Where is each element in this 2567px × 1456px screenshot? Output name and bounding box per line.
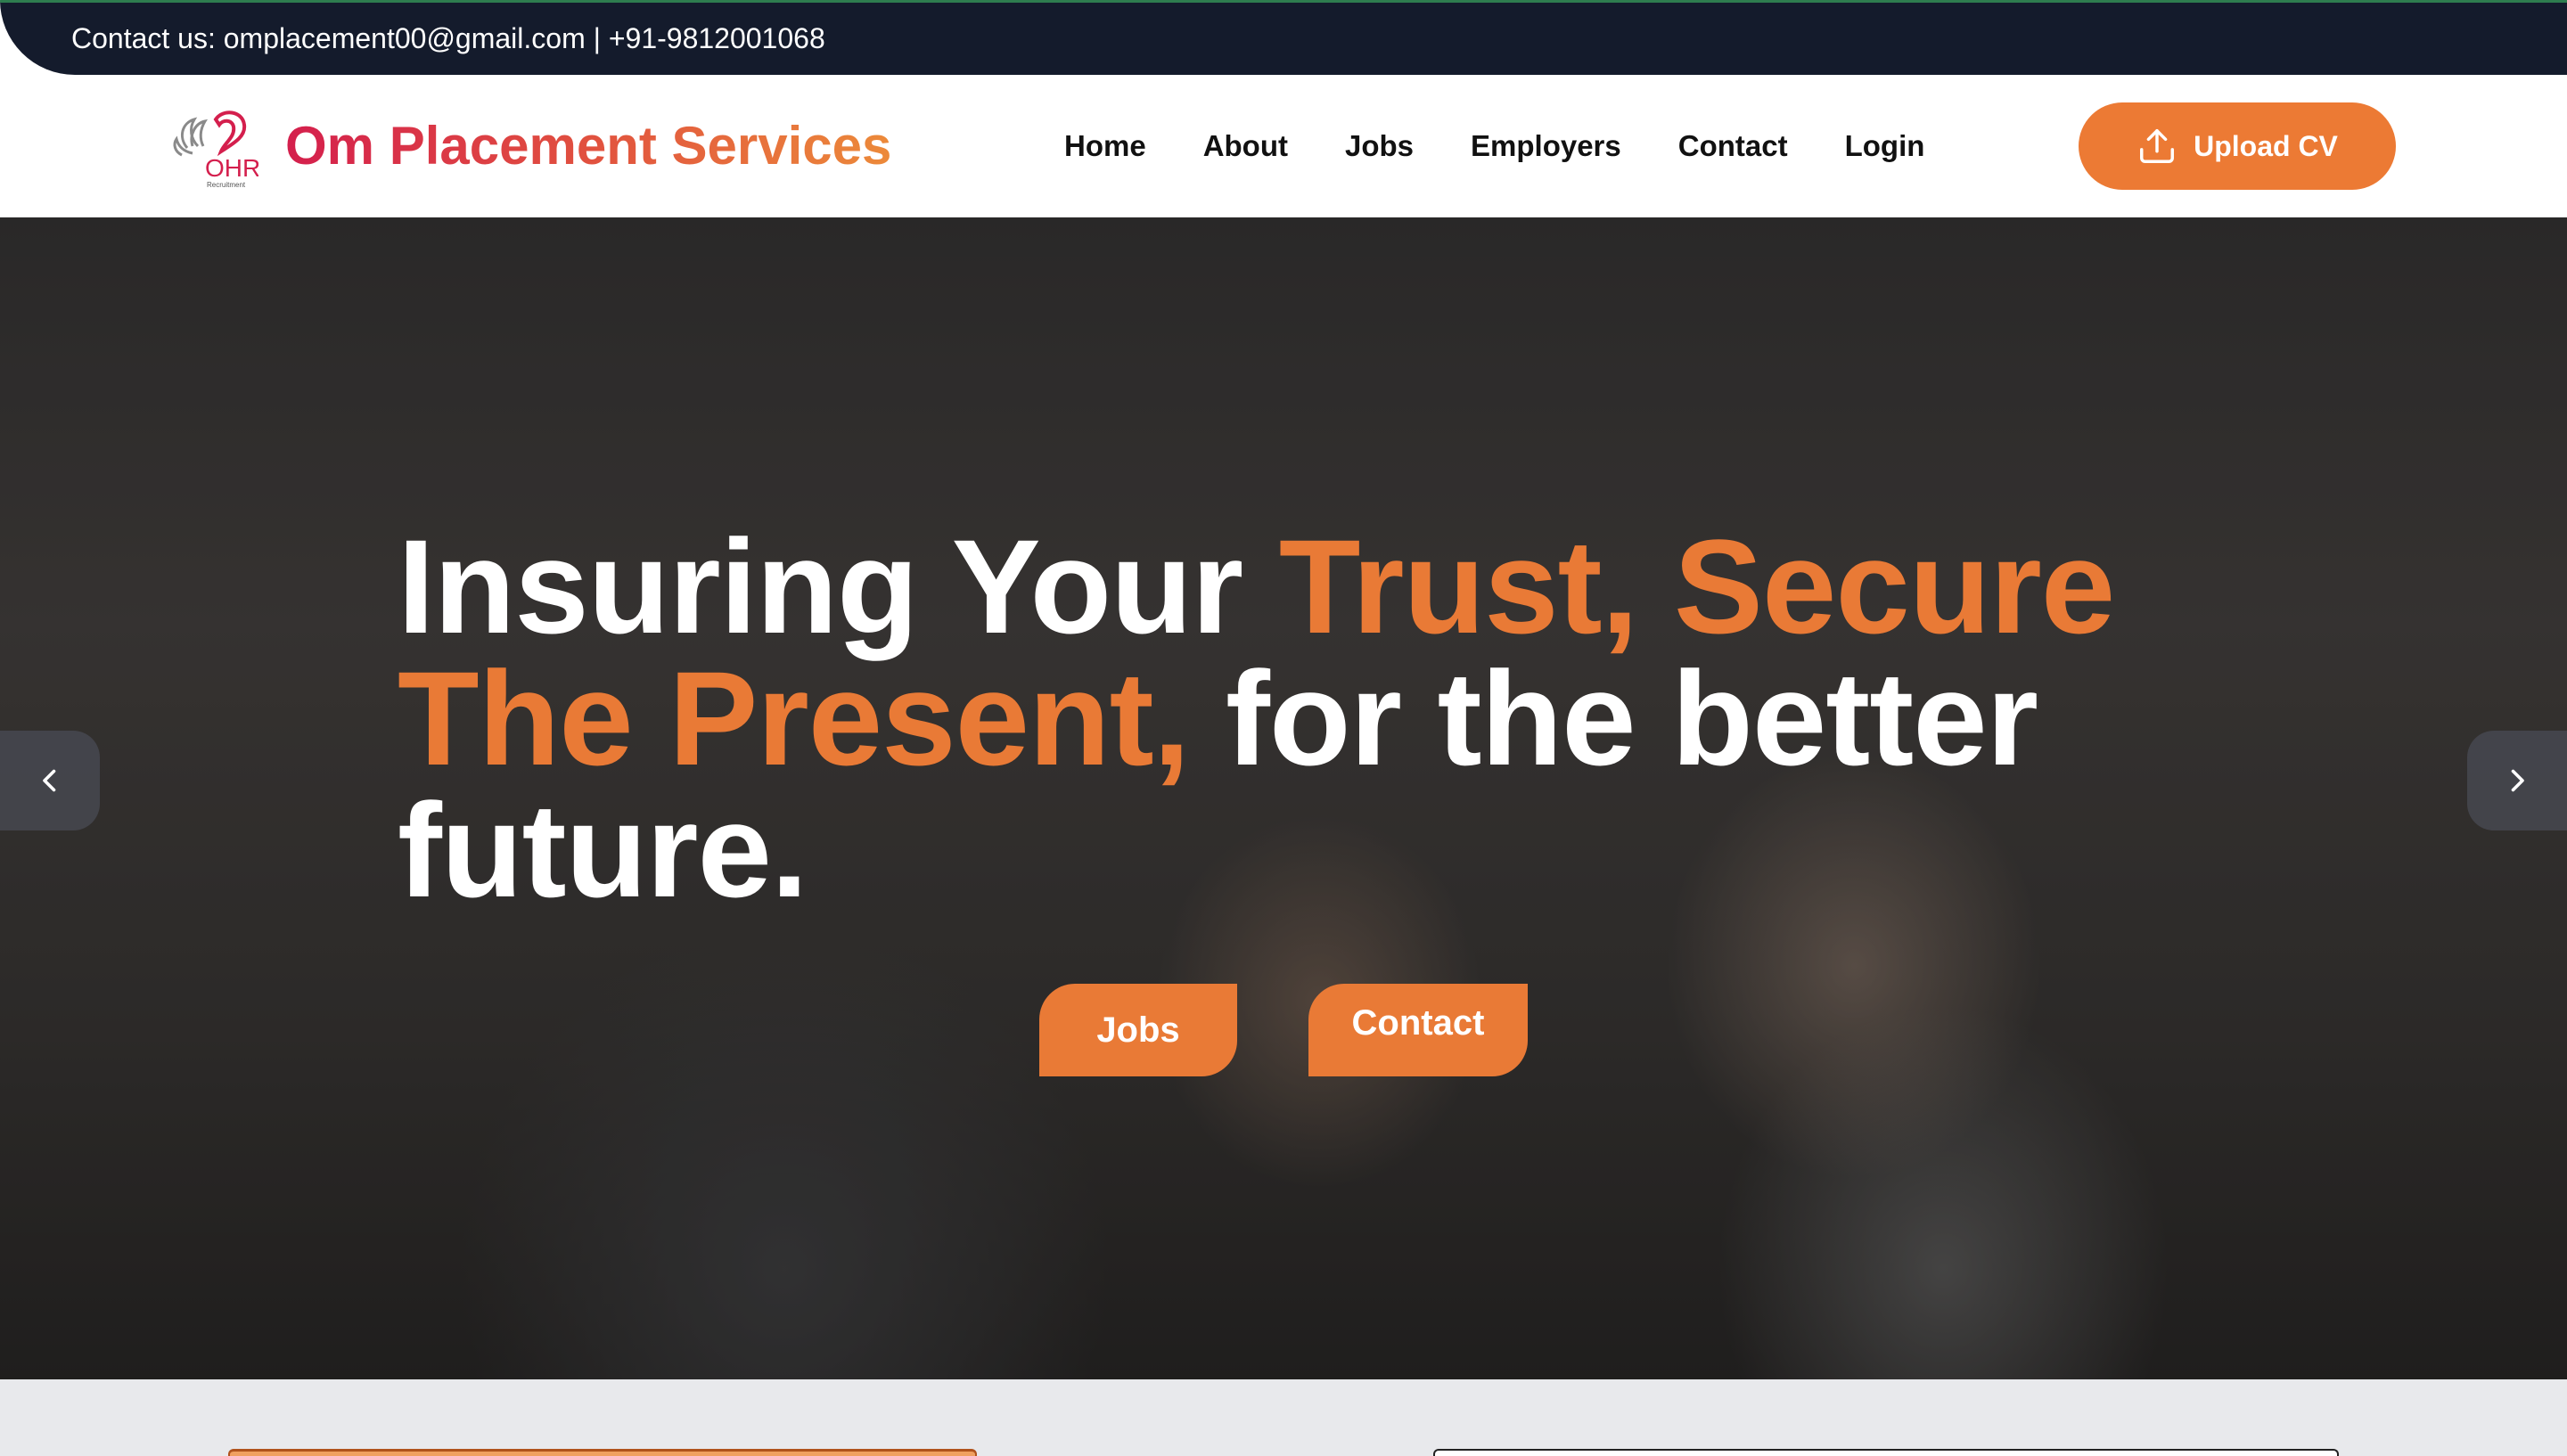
main-nav: Home About Jobs Employers Contact Login [1064, 125, 1924, 168]
section-card-left [228, 1449, 977, 1456]
hero-contact-button[interactable]: Contact [1308, 984, 1528, 1076]
company-logo[interactable]: OHR Recruitment [169, 102, 260, 191]
nav-employers[interactable]: Employers [1471, 125, 1621, 168]
nav-about[interactable]: About [1203, 125, 1288, 168]
nav-login[interactable]: Login [1845, 125, 1925, 168]
nav-home[interactable]: Home [1064, 125, 1146, 168]
section-card-right [1433, 1449, 2339, 1456]
upload-icon [2140, 129, 2175, 163]
chevron-left-icon [43, 769, 56, 792]
carousel-prev-button[interactable] [0, 731, 100, 830]
top-contact-bar: Contact us: omplacement00@gmail.com | +9… [0, 0, 2567, 75]
site-header: OHR Recruitment Om Placement Services Ho… [0, 75, 2567, 217]
carousel-next-button[interactable] [2467, 731, 2567, 830]
headline-part-1: Insuring Your [398, 511, 1279, 661]
logo-subtext: Recruitment [207, 181, 246, 189]
next-section [0, 1379, 2567, 1456]
chevron-right-icon [2511, 769, 2524, 792]
logo-text: OHR [205, 154, 258, 182]
upload-cv-button[interactable]: Upload CV [2079, 102, 2396, 190]
hero-headline: Insuring Your Trust, Secure The Present,… [398, 519, 2145, 917]
hero-carousel: Insuring Your Trust, Secure The Present,… [0, 217, 2567, 1379]
nav-jobs[interactable]: Jobs [1345, 125, 1414, 168]
contact-info[interactable]: Contact us: omplacement00@gmail.com | +9… [71, 20, 825, 56]
brand-name[interactable]: Om Placement Services [285, 114, 891, 178]
upload-cv-label: Upload CV [2194, 129, 2338, 162]
hero-jobs-button[interactable]: Jobs [1039, 984, 1237, 1076]
nav-contact[interactable]: Contact [1678, 125, 1788, 168]
